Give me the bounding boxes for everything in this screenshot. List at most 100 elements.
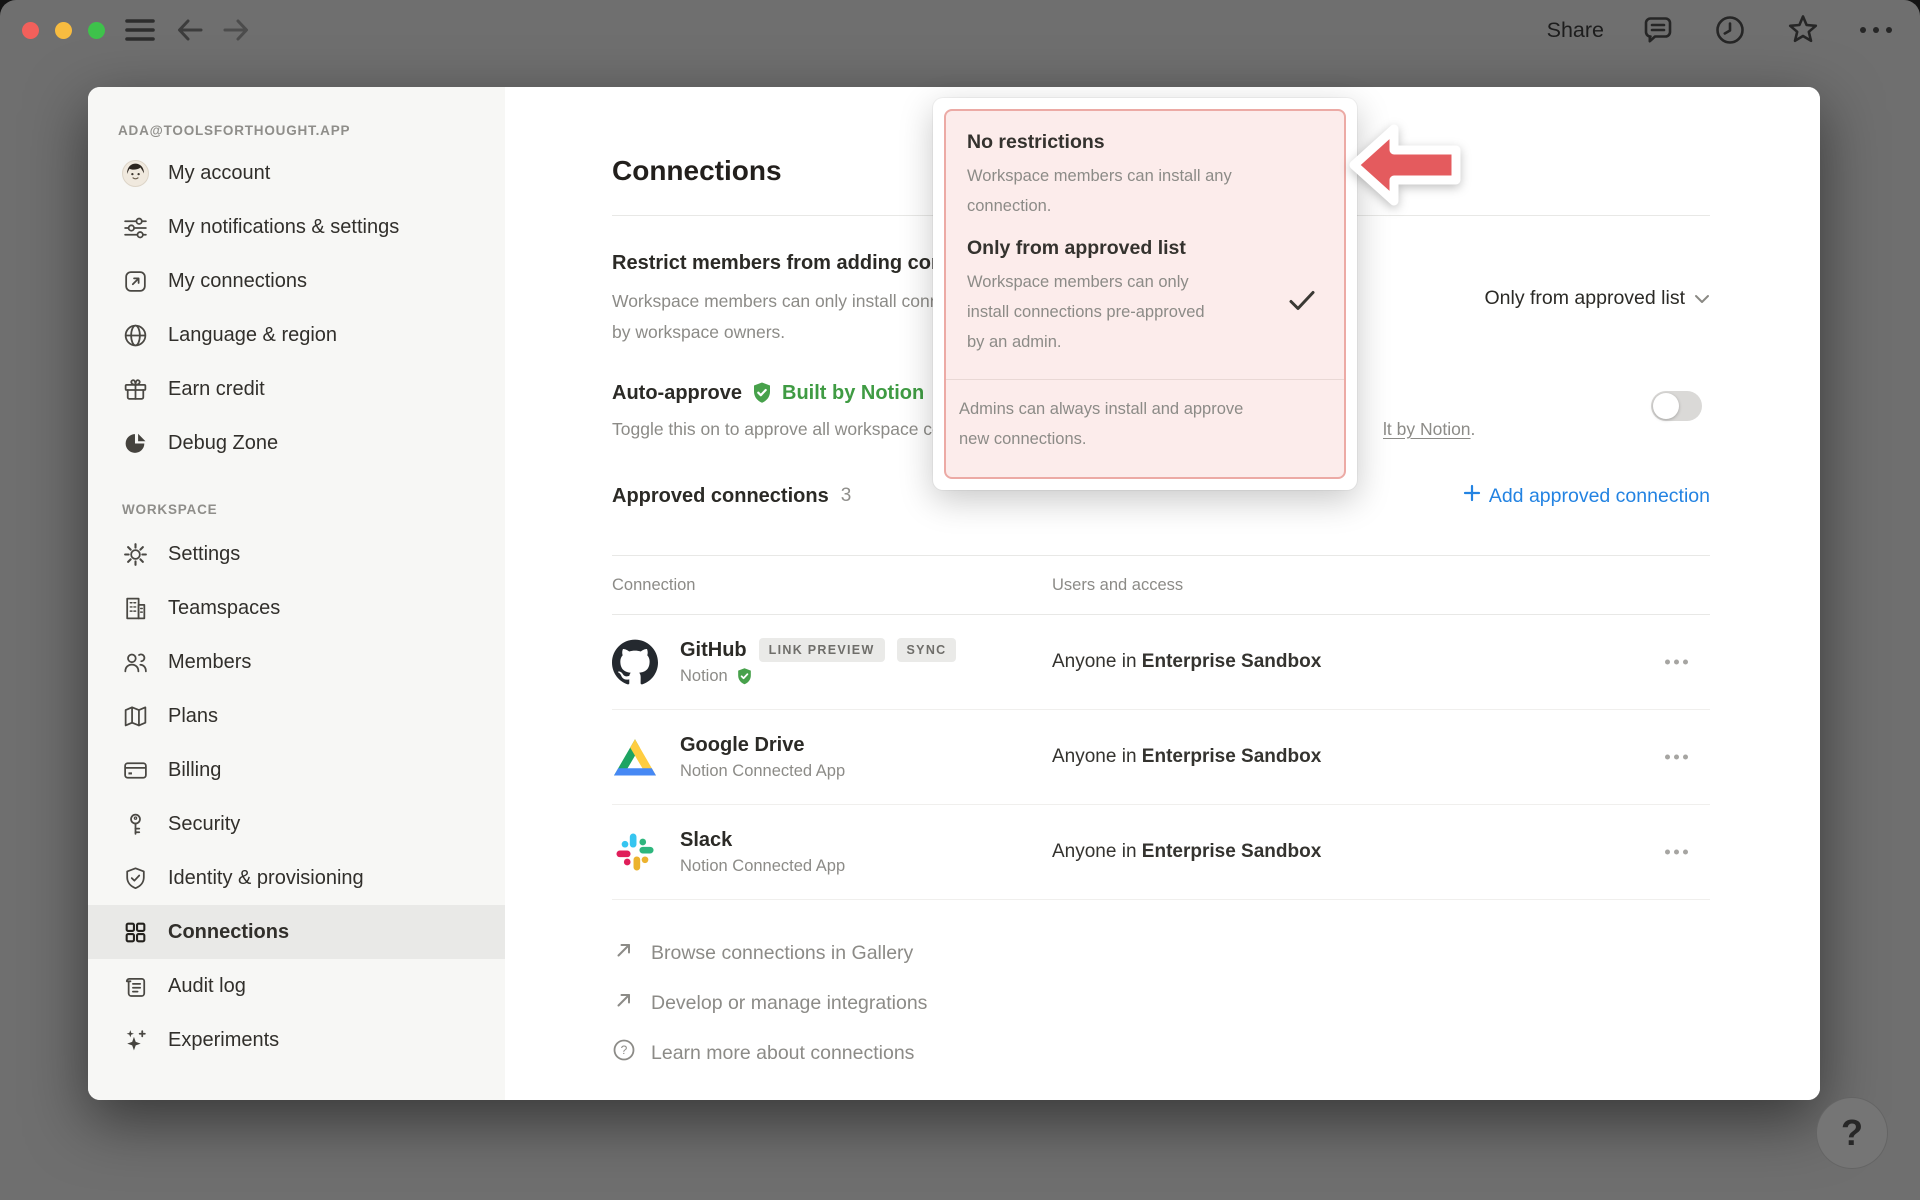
users-and-access-value: Anyone in Enterprise Sandbox (1052, 746, 1321, 768)
key-icon (122, 811, 149, 838)
sidebar-item-label: Audit log (168, 975, 246, 998)
slack-logo-icon (612, 829, 658, 875)
question-circle-icon: ? (612, 1038, 636, 1068)
sidebar-item-label: My connections (168, 270, 307, 293)
sidebar-item-audit-log[interactable]: Audit log (88, 959, 505, 1013)
debug-zone-icon (122, 430, 149, 457)
connection-name: Slack (680, 829, 732, 852)
row-menu-icon[interactable] (1659, 749, 1694, 766)
google-drive-logo-icon (612, 734, 658, 780)
gift-icon (122, 376, 149, 403)
sidebar-item-my-account[interactable]: My account (88, 146, 505, 200)
forward-arrow-icon[interactable] (216, 0, 256, 60)
sidebar-item-teamspaces[interactable]: Teamspaces (88, 581, 505, 635)
menu-option-only-approved-list[interactable]: Only from approved list Workspace member… (946, 233, 1344, 357)
connection-subtitle: Notion (680, 667, 728, 686)
more-options-icon[interactable] (1858, 0, 1894, 60)
sidebar-item-my-connections[interactable]: My connections (88, 254, 505, 308)
avatar (122, 160, 149, 187)
annotation-arrow-icon (1346, 123, 1464, 212)
arrow-square-icon (122, 268, 149, 295)
built-by-notion-badge: Built by Notion (782, 382, 924, 405)
connection-subtitle: Notion Connected App (680, 762, 845, 781)
hamburger-menu-icon[interactable] (120, 0, 160, 60)
credit-card-icon (122, 757, 149, 784)
connections-table: Connection Users and access GitHub (612, 555, 1710, 900)
sidebar-item-billing[interactable]: Billing (88, 743, 505, 797)
app-window: Share ADA@TOOLSFORTHOUGHT.APP (0, 0, 1920, 1200)
users-and-access-value: Anyone in Enterprise Sandbox (1052, 651, 1321, 673)
sidebar-item-label: Debug Zone (168, 432, 278, 455)
history-clock-icon[interactable] (1712, 0, 1748, 60)
sidebar-item-earn-credit[interactable]: Earn credit (88, 362, 505, 416)
grid-icon (122, 919, 149, 946)
zoom-window-button[interactable] (88, 22, 105, 39)
map-icon (122, 703, 149, 730)
connection-name: GitHub (680, 639, 747, 662)
sliders-icon (122, 214, 149, 241)
gear-icon (122, 541, 149, 568)
titlebar: Share (0, 0, 1920, 60)
browse-gallery-link[interactable]: Browse connections in Gallery (612, 928, 1710, 978)
account-email: ADA@TOOLSFORTHOUGHT.APP (118, 123, 505, 138)
restriction-dropdown-value: Only from approved list (1485, 287, 1686, 310)
help-button[interactable]: ? (1816, 1097, 1888, 1169)
sidebar-item-settings[interactable]: Settings (88, 527, 505, 581)
sidebar-item-notifications-settings[interactable]: My notifications & settings (88, 200, 505, 254)
built-by-notion-link[interactable]: lt by Notion. (1383, 414, 1475, 445)
close-window-button[interactable] (22, 22, 39, 39)
sidebar-item-identity-provisioning[interactable]: Identity & provisioning (88, 851, 505, 905)
approved-connections-count: 3 (841, 485, 852, 507)
restriction-dropdown[interactable]: Only from approved list (1485, 287, 1711, 310)
github-logo-icon (612, 639, 658, 685)
minimize-window-button[interactable] (55, 22, 72, 39)
learn-more-link[interactable]: ? Learn more about connections (612, 1028, 1710, 1078)
annotation-highlight: No restrictions Workspace members can in… (944, 109, 1346, 479)
auto-approve-heading: Auto-approve (612, 378, 742, 408)
verified-shield-icon (735, 667, 754, 686)
table-header-row: Connection Users and access (612, 555, 1710, 615)
plus-icon (1463, 484, 1481, 508)
sidebar-item-plans[interactable]: Plans (88, 689, 505, 743)
auto-approve-toggle[interactable] (1651, 391, 1702, 421)
sidebar-item-language-region[interactable]: Language & region (88, 308, 505, 362)
question-mark-glyph: ? (1841, 1112, 1863, 1154)
favorite-star-icon[interactable] (1784, 0, 1822, 60)
table-row-github[interactable]: GitHub LINK PREVIEW SYNC Notion (612, 615, 1710, 710)
sidebar-item-label: Plans (168, 705, 218, 728)
settings-dialog: ADA@TOOLSFORTHOUGHT.APP My account My no… (88, 87, 1820, 1100)
workspace-section-label: WORKSPACE (122, 502, 505, 517)
verified-shield-icon (750, 381, 774, 405)
menu-option-no-restrictions[interactable]: No restrictions Workspace members can in… (946, 127, 1344, 221)
globe-icon (122, 322, 149, 349)
add-approved-connection-button[interactable]: Add approved connection (1463, 484, 1710, 508)
row-menu-icon[interactable] (1659, 654, 1694, 671)
share-label: Share (1547, 18, 1604, 43)
sidebar-item-label: My notifications & settings (168, 216, 399, 239)
chevron-down-icon (1694, 287, 1710, 310)
restriction-dropdown-menu: No restrictions Workspace members can in… (933, 98, 1357, 490)
scroll-icon (122, 973, 149, 1000)
sidebar-item-connections[interactable]: Connections (88, 905, 505, 959)
settings-sidebar: ADA@TOOLSFORTHOUGHT.APP My account My no… (88, 87, 505, 1100)
column-header-connection: Connection (612, 576, 695, 595)
external-arrow-icon (612, 938, 636, 968)
row-menu-icon[interactable] (1659, 844, 1694, 861)
external-arrow-icon (612, 988, 636, 1018)
users-and-access-value: Anyone in Enterprise Sandbox (1052, 841, 1321, 863)
link-preview-badge: LINK PREVIEW (759, 638, 885, 662)
column-header-users-access: Users and access (1052, 576, 1183, 595)
sidebar-item-label: Identity & provisioning (168, 867, 364, 890)
sidebar-item-experiments[interactable]: Experiments (88, 1013, 505, 1067)
comments-icon[interactable] (1640, 0, 1676, 60)
sync-badge: SYNC (897, 638, 957, 662)
table-row-google-drive[interactable]: Google Drive Notion Connected App Anyone… (612, 710, 1710, 805)
develop-integrations-link[interactable]: Develop or manage integrations (612, 978, 1710, 1028)
sidebar-item-security[interactable]: Security (88, 797, 505, 851)
back-arrow-icon[interactable] (170, 0, 210, 60)
table-row-slack[interactable]: Slack Notion Connected App Anyone in Ent… (612, 805, 1710, 900)
checkmark-icon (1288, 289, 1316, 318)
share-button[interactable]: Share (1547, 0, 1604, 60)
sidebar-item-members[interactable]: Members (88, 635, 505, 689)
sidebar-item-debug-zone[interactable]: Debug Zone (88, 416, 505, 470)
